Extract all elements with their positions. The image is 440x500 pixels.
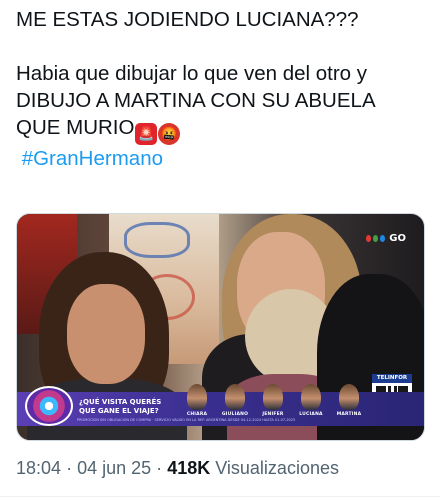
contestant-name: GIULIANO [221, 412, 249, 417]
gran-hermano-eye-icon [25, 386, 73, 426]
tweet-line-1: ME ESTAS JODIENDO LUCIANA??? [16, 8, 359, 31]
separator: · [156, 458, 163, 478]
contestant: GIULIANO [219, 384, 251, 417]
tweet-metadata: 18:04 · 04 jun 25 · 418K Visualizaciones [16, 458, 339, 479]
tweet-line-4: QUE MURIO [16, 116, 135, 139]
views-label: Visualizaciones [215, 458, 339, 478]
poll-question: ¿QUÉ VISITA QUERÉS QUE GANE EL VIAJE? [79, 398, 162, 415]
contestant: JENIFER [257, 384, 289, 417]
contestant: MARTINA [333, 384, 365, 417]
contestant-name: JENIFER [262, 412, 284, 417]
sponsor-label: TELINFOR [372, 374, 412, 383]
siren-emoji-icon: 🚨 [135, 123, 158, 145]
contestant-list: CHIARA GIULIANO JENIFER LUCIANA MARTINA [181, 384, 365, 417]
woman-left-face [67, 284, 145, 384]
contestant: LUCIANA [295, 384, 327, 417]
contestant-photo [225, 384, 245, 410]
separator: · [66, 458, 73, 478]
tweet-line-3: DIBUJO A MARTINA CON SU ABUELA [16, 89, 376, 112]
tweet-time[interactable]: 18:04 [16, 458, 61, 478]
channel-logo-text: GO [389, 232, 406, 244]
tweet-date[interactable]: 04 jun 25 [77, 458, 151, 478]
contestant-photo [301, 384, 321, 410]
tweet-line-4-wrap: QUE MURIO 🚨 🤬 [16, 114, 428, 145]
contestant-name: LUCIANA [299, 412, 323, 417]
tweet-media-image[interactable]: GO TELINFOR ¿QUÉ VISITA QUERÉS QUE GANE … [16, 213, 425, 441]
divider [0, 496, 440, 497]
contestant-name: MARTINA [336, 412, 362, 417]
contestant-photo [187, 384, 207, 410]
contestant-photo [339, 384, 359, 410]
channel-logo: GO [366, 226, 406, 250]
hashtag-link[interactable]: #GranHermano [22, 147, 163, 170]
contestant-photo [263, 384, 283, 410]
logo-dot-blue [380, 234, 386, 242]
contestant-name: CHIARA [186, 412, 208, 417]
tweet-line-2: Habia que dibujar lo que ven del otro y [16, 62, 368, 85]
contestant: CHIARA [181, 384, 213, 417]
fine-print: PROMOCIÓN SIN OBLIGACIÓN DE COMPRA · SER… [77, 418, 296, 422]
tweet-text: ME ESTAS JODIENDO LUCIANA??? Habia que d… [16, 6, 428, 172]
angry-face-emoji-icon: 🤬 [158, 123, 181, 145]
logo-dot-red [366, 234, 372, 242]
views-count: 418K [167, 458, 211, 478]
hashtag-line: #GranHermano [16, 145, 428, 172]
logo-dot-green [373, 234, 379, 242]
